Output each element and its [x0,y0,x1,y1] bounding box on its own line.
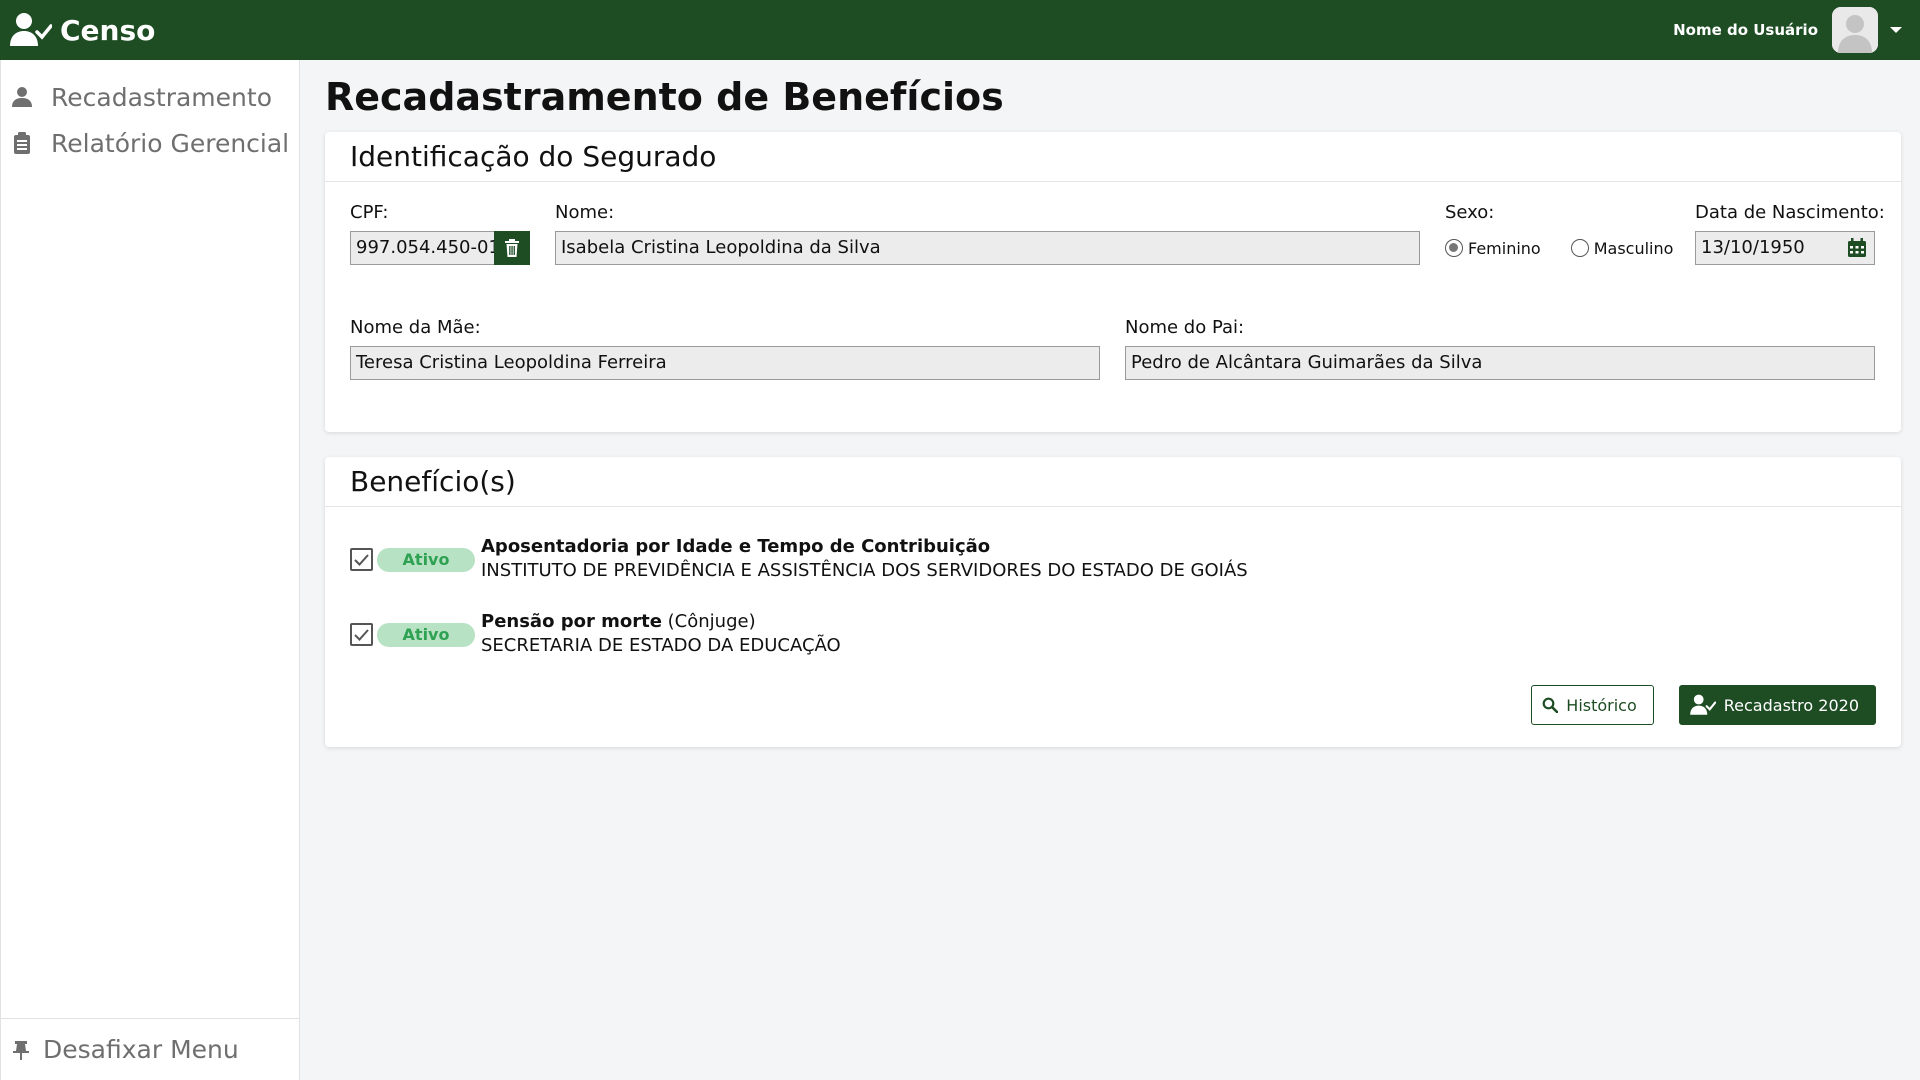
unpin-menu-button[interactable]: Desafixar Menu [1,1018,300,1080]
list-item: Ativo Aposentadoria por Idade e Tempo de… [350,535,1876,610]
benefit-extra: (Cônjuge) [667,611,756,632]
benefit-checkbox[interactable] [350,623,373,646]
user-check-icon [10,13,52,46]
user-name: Nome do Usuário [1673,21,1818,39]
cpf-input[interactable]: 997.054.450-01 [350,231,494,265]
benefit-title: Pensão por morte [481,611,662,632]
historico-label: Histórico [1566,695,1637,715]
calendar-icon[interactable] [1847,238,1867,258]
pai-label: Nome do Pai: [1125,317,1245,338]
search-icon [1542,697,1559,713]
sexo-label: Sexo: [1445,202,1495,223]
sidebar-item-label: Recadastramento [51,82,272,112]
status-badge: Ativo [377,623,475,647]
app-title: Censo [60,13,156,47]
user-menu[interactable]: Nome do Usuário [1673,0,1902,60]
radio-label: Feminino [1468,238,1541,258]
cpf-field: CPF: 997.054.450-01 [350,202,530,265]
benefit-org: INSTITUTO DE PREVIDÊNCIA E ASSISTÊNCIA D… [481,560,1248,581]
identification-card: Identificação do Segurado CPF: 997.054.4… [325,132,1901,432]
status-badge: Ativo [377,548,475,572]
recadastro-button[interactable]: Recadastro 2020 [1678,685,1876,725]
trash-icon [505,239,519,257]
cpf-label: CPF: [350,202,389,223]
radio-feminino[interactable]: Feminino [1445,239,1541,258]
sidebar: Recadastramento Relatório Gerencial Desa… [0,60,300,1080]
benefit-title: Aposentadoria por Idade e Tempo de Contr… [481,536,991,557]
radio-checked-icon [1445,239,1463,257]
sidebar-item-recadastramento[interactable]: Recadastramento [1,74,299,120]
chevron-down-icon [1890,27,1902,33]
nome-field: Nome: Isabela Cristina Leopoldina da Sil… [555,202,1420,265]
unpin-menu-label: Desafixar Menu [43,1035,239,1064]
pai-input[interactable]: Pedro de Alcântara Guimarães da Silva [1125,346,1875,380]
pin-icon [13,1040,29,1060]
sexo-field: Sexo: Feminino Masculino [1445,202,1675,265]
avatar [1832,7,1878,53]
nascimento-field: Data de Nascimento: 13/10/1950 [1695,202,1885,265]
mae-field: Nome da Mãe: Teresa Cristina Leopoldina … [350,317,1100,380]
sidebar-item-relatorio-gerencial[interactable]: Relatório Gerencial [1,120,299,166]
clear-cpf-button[interactable] [494,231,530,265]
recadastro-label: Recadastro 2020 [1723,695,1859,715]
sidebar-item-label: Relatório Gerencial [51,128,290,158]
user-check-icon [1689,694,1716,715]
top-bar: Censo Nome do Usuário [0,0,1920,60]
list-item: Ativo Pensão por morte (Cônjuge) SECRETA… [350,610,1876,685]
main-content: Recadastramento de Benefícios Identifica… [325,60,1901,747]
card-title: Identificação do Segurado [325,132,1901,182]
historico-button[interactable]: Histórico [1531,685,1654,725]
card-title: Benefício(s) [325,457,1901,507]
nome-input[interactable]: Isabela Cristina Leopoldina da Silva [555,231,1420,265]
pai-field: Nome do Pai: Pedro de Alcântara Guimarãe… [1125,317,1875,380]
radio-masculino[interactable]: Masculino [1570,238,1674,258]
brand[interactable]: Censo [10,12,155,48]
check-icon [354,628,369,641]
nome-label: Nome: [555,202,615,223]
user-icon [12,87,32,107]
radio-label: Masculino [1593,238,1674,258]
page-title: Recadastramento de Benefícios [325,75,1004,119]
radio-unchecked-icon [1570,239,1589,257]
clipboard-icon [14,132,30,154]
benefits-card: Benefício(s) Ativo Aposentadoria por Ida… [325,457,1901,747]
mae-input[interactable]: Teresa Cristina Leopoldina Ferreira [350,346,1100,380]
mae-label: Nome da Mãe: [350,317,481,338]
check-icon [354,553,369,566]
nascimento-label: Data de Nascimento: [1695,202,1885,223]
benefit-checkbox[interactable] [350,548,373,571]
benefit-org: SECRETARIA DE ESTADO DA EDUCAÇÃO [481,635,841,656]
